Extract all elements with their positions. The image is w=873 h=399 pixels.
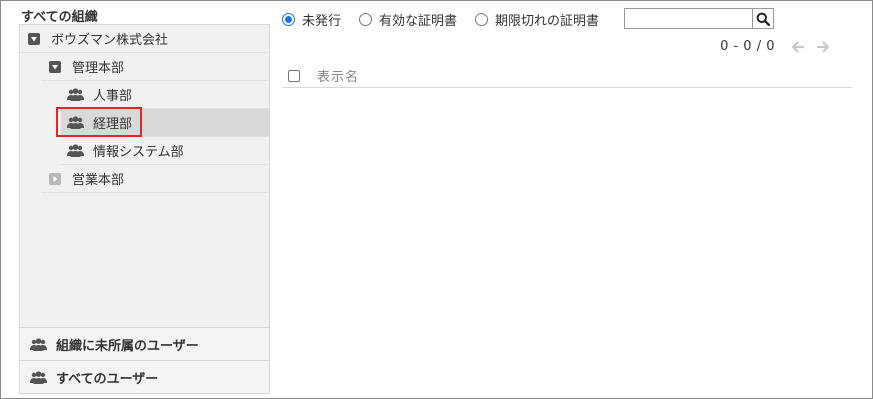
bottom-item-label: すべてのユーザー [56, 371, 159, 387]
next-page-icon[interactable] [815, 40, 829, 54]
search-input[interactable] [625, 9, 753, 28]
filter-label: 有効な証明書 [379, 14, 458, 29]
pagination: 0 - 0 / 0 [720, 39, 829, 54]
filter-label: 未発行 [302, 14, 342, 29]
tree-item-label: ボウズマン株式会社 [51, 33, 169, 48]
group-icon [30, 337, 47, 351]
pagination-count: 0 - 0 / 0 [720, 39, 775, 54]
tree-item-label: 営業本部 [72, 173, 125, 188]
filter-unissued[interactable]: 未発行 [282, 10, 341, 29]
tree-item-eigyo-honbu[interactable]: 営業本部 [41, 165, 269, 193]
filter-expired[interactable]: 期限切れの証明書 [475, 10, 599, 29]
filter-valid[interactable]: 有効な証明書 [359, 10, 457, 29]
bottom-item-label: 組織に未所属のユーザー [56, 338, 199, 354]
search-box [624, 8, 774, 29]
tree-item-kanri-honbu[interactable]: 管理本部 [41, 53, 269, 81]
group-icon [30, 370, 47, 384]
search-button[interactable] [752, 9, 773, 28]
select-all-checkbox[interactable] [288, 69, 300, 82]
all-users-item[interactable]: すべてのユーザー [20, 360, 269, 393]
group-icon [67, 144, 84, 157]
filter-label: 期限切れの証明書 [495, 14, 600, 29]
group-icon [67, 88, 84, 101]
tree-item-label: 人事部 [93, 89, 133, 104]
expand-toggle-icon[interactable] [49, 172, 61, 185]
tree-item-label: 経理部 [93, 117, 133, 132]
radio-button[interactable] [282, 13, 295, 26]
collapse-toggle-icon[interactable] [28, 32, 40, 45]
tree-item-label: 情報システム部 [93, 145, 184, 160]
tree-item-jinji[interactable]: 人事部 [61, 81, 269, 109]
prev-page-icon[interactable] [791, 40, 805, 54]
unassigned-users-item[interactable]: 組織に未所属のユーザー [20, 327, 269, 360]
radio-button[interactable] [475, 13, 489, 26]
sidebar-title: すべての組織 [21, 10, 98, 25]
certificate-status-filter: 未発行 有効な証明書 期限切れの証明書 [282, 10, 617, 29]
tree-item-keiri[interactable]: 経理部 [61, 109, 269, 137]
radio-button[interactable] [359, 13, 373, 26]
search-icon [756, 12, 770, 26]
list-header: 表示名 [282, 64, 852, 88]
column-header-display-name[interactable]: 表示名 [317, 66, 359, 85]
tree-item-bowsman[interactable]: ボウズマン株式会社 [20, 25, 269, 53]
org-tree-panel: ボウズマン株式会社 管理本部 人事部 経理部 情報システム部 営業本部 組織に未… [19, 24, 270, 394]
group-icon [67, 116, 84, 129]
tree-item-joho-system[interactable]: 情報システム部 [61, 137, 269, 165]
tree-item-label: 管理本部 [72, 61, 125, 76]
collapse-toggle-icon[interactable] [49, 60, 61, 73]
